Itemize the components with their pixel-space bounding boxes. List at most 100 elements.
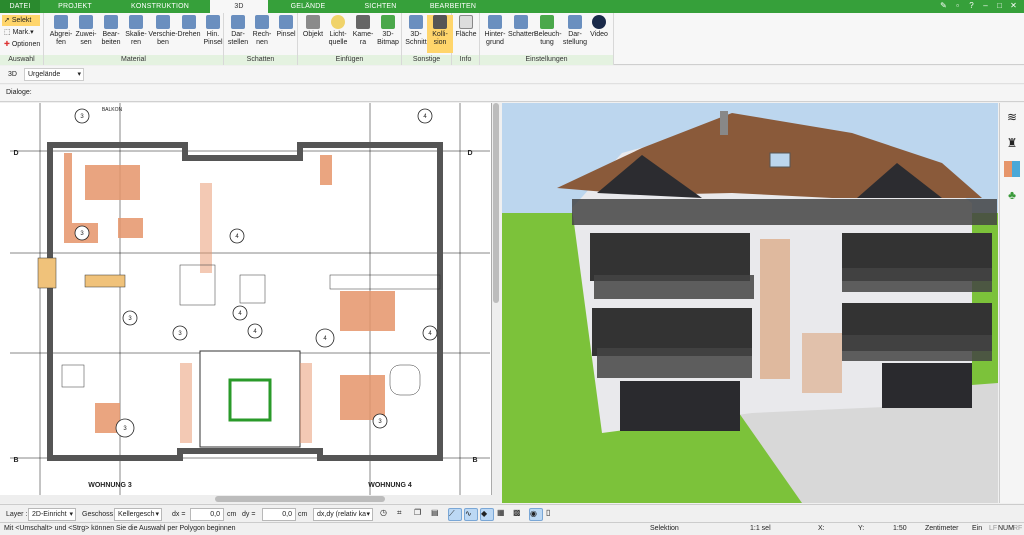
play-icon (592, 15, 606, 29)
house-bg-icon (488, 15, 502, 29)
geschoss-dropdown[interactable]: Kellergesch ▾ (114, 508, 162, 521)
copy-icon[interactable]: ❐ (414, 508, 428, 521)
schatten-darstellen-button[interactable]: Dar- stellen (225, 15, 251, 53)
material-pinsel-button[interactable]: Hin. Pinsel (200, 15, 226, 53)
schatten-rechnen-button[interactable]: Rech- nen (249, 15, 275, 53)
kamera-button[interactable]: Kame- ra (350, 15, 376, 53)
floor-plan-view[interactable]: 3 4 3 4 4 4 3 3 4 3 4 3 BALKON WOHNUNG 3… (0, 103, 492, 495)
camera-icon (356, 15, 370, 29)
schatten-einst-button[interactable]: Schatten (508, 15, 536, 53)
group-sonstige: 3D- Schnitt Kolli- sion Sonstige (402, 13, 453, 65)
cube-view-icon[interactable]: ◆ (480, 508, 494, 521)
pin-icon[interactable]: ✎ (939, 1, 948, 10)
3d-view[interactable] (502, 103, 998, 503)
bitmap-3d-button[interactable]: 3D- Bitmap (375, 15, 401, 53)
darstellung-button[interactable]: Dar- stellung (562, 15, 588, 53)
tree-icon (381, 15, 395, 29)
tab-3d[interactable]: 3D (210, 0, 268, 13)
mark-button[interactable]: ⬚ Mark.▾ (2, 27, 34, 38)
selekt-button[interactable]: ➚ Selekt (2, 15, 40, 26)
ribbon-tabs: DATEI PROJEKT KONSTRUKTION 3D GELÄNDE SI… (0, 0, 1024, 13)
group-label-material: Material (44, 55, 223, 65)
group-label-einfuegen: Einfügen (298, 55, 401, 65)
draw-line-icon[interactable]: ⟋ (448, 508, 462, 521)
dx-input[interactable]: 0,0 (190, 508, 224, 521)
tab-sichten[interactable]: SICHTEN (348, 0, 413, 13)
curve-icon[interactable]: ∿ (464, 508, 478, 521)
collision-icon (433, 15, 447, 29)
area-icon (459, 15, 473, 29)
paste-icon[interactable]: ▤ (431, 508, 445, 521)
plan-vertical-scrollbar[interactable] (492, 103, 500, 495)
group-auswahl: ➚ Selekt ⬚ Mark.▾ ✚ Optionen Auswahl (0, 13, 44, 65)
dx-unit: cm (227, 511, 237, 518)
scale-icon (129, 15, 143, 29)
coordinate-mode-dropdown[interactable]: dx,dy (relativ ka ▾ (313, 508, 373, 521)
pipette-icon (54, 15, 68, 29)
brush-icon (206, 15, 220, 29)
objects-icon[interactable]: ♜ (1004, 135, 1020, 151)
schatten-pinsel-button[interactable]: Pinsel (273, 15, 299, 53)
group-label-info: Info (452, 55, 479, 65)
tab-konstruktion[interactable]: KONSTRUKTION (110, 0, 210, 13)
dy-unit: cm (298, 511, 308, 518)
kollision-button[interactable]: Kolli- sion (427, 15, 453, 53)
grid-icon[interactable]: ▦ (497, 508, 511, 521)
status-rf: RF (1013, 525, 1023, 532)
layer-select[interactable]: Urgelände ▾ (24, 68, 84, 81)
material-drehen-button[interactable]: Drehen (176, 15, 202, 53)
close-icon[interactable]: ✕ (1009, 1, 1018, 10)
raster-icon[interactable]: ▩ (513, 508, 527, 521)
recording-icon[interactable]: ◉ (529, 508, 543, 521)
plan-horizontal-scrollbar[interactable] (0, 495, 500, 503)
scroll-thumb[interactable] (493, 103, 499, 303)
pages-icon[interactable]: ▯ (546, 508, 560, 521)
layers-icon[interactable]: ≋ (1004, 109, 1020, 125)
status-num: NUM (998, 525, 1014, 532)
layer-dropdown[interactable]: 2D-Einricht ▾ (28, 508, 76, 521)
section-marker-d: D (467, 150, 472, 157)
status-ratio: 1:50 (893, 525, 907, 532)
materials-icon[interactable] (1004, 161, 1020, 177)
view-mode-label: 3D (8, 71, 17, 78)
maximize-icon[interactable]: □ (995, 1, 1004, 10)
tree-icon[interactable]: ♣ (1004, 187, 1020, 203)
house-light-icon (540, 15, 554, 29)
scroll-thumb[interactable] (215, 496, 385, 502)
group-einfuegen: Objekt Licht- quelle Kame- ra 3D- Bitmap… (298, 13, 402, 65)
dialog-toolbar: Dialoge: (0, 85, 1024, 102)
beleuchtung-button[interactable]: Beleuch- tung (534, 15, 562, 53)
section-marker-b: B (472, 457, 477, 464)
material-abgreifen-button[interactable]: Abgrei- fen (48, 15, 74, 53)
tab-gelaende[interactable]: GELÄNDE (268, 0, 348, 13)
material-zuweisen-button[interactable]: Zuwei- sen (73, 15, 99, 53)
lichtquelle-button[interactable]: Licht- quelle (325, 15, 351, 53)
restore-icon[interactable]: ▫ (953, 1, 962, 10)
help-icon[interactable]: ? (967, 1, 976, 10)
dy-input[interactable]: 0,0 (262, 508, 296, 521)
objekt-button[interactable]: Objekt (300, 15, 326, 53)
schnitt-3d-button[interactable]: 3D- Schnitt (403, 15, 429, 53)
clock-icon[interactable]: ◷ (380, 508, 394, 521)
material-skalieren-button[interactable]: Skalie- ren (123, 15, 149, 53)
group-info: Fläche Info (452, 13, 480, 65)
tab-bearbeiten[interactable]: BEARBEITEN (413, 0, 493, 13)
tab-datei[interactable]: DATEI (0, 0, 40, 13)
hintergrund-button[interactable]: Hinter- grund (482, 15, 508, 53)
material-verschieben-button[interactable]: Verschie- ben (148, 15, 178, 53)
geschoss-label: Geschoss : (82, 511, 118, 518)
tab-projekt[interactable]: PROJEKT (40, 0, 110, 13)
video-button[interactable]: Video (586, 15, 612, 53)
calc-shadow-icon (255, 15, 269, 29)
minimize-icon[interactable]: – (981, 1, 990, 10)
mark-icon: ⬚ (4, 29, 11, 36)
dy-label: dy = (242, 511, 256, 518)
material-bearbeiten-button[interactable]: Bear- beiten (98, 15, 124, 53)
bottom-toolbar: Layer : 2D-Einricht ▾ Geschoss : Kellerge… (0, 504, 1024, 523)
snap-icon[interactable]: ⌗ (397, 508, 411, 521)
flaeche-button[interactable]: Fläche (453, 15, 479, 53)
ribbon: ➚ Selekt ⬚ Mark.▾ ✚ Optionen Auswahl Abg… (0, 13, 1024, 65)
status-scale: 1:1 sel (750, 525, 771, 532)
house-shadow-icon (514, 15, 528, 29)
optionen-button[interactable]: ✚ Optionen (2, 39, 40, 50)
